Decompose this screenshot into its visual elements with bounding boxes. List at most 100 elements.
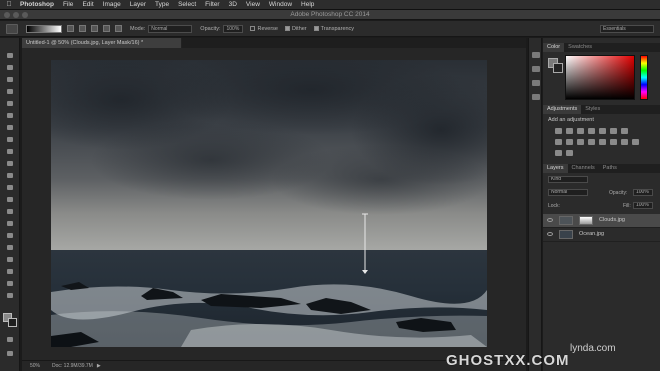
transparency-checkbox[interactable]: Transparency [313,26,354,32]
path-selection-tool-icon[interactable] [5,244,15,251]
document-canvas-image[interactable] [51,60,487,347]
fill-field[interactable]: 100% [633,202,653,209]
clone-stamp-tool-icon[interactable] [5,148,15,155]
diamond-gradient-icon[interactable] [115,25,122,32]
eye-icon[interactable] [547,232,553,236]
posterize-icon[interactable] [610,139,617,145]
more-tools-icon[interactable] [5,292,15,299]
menu-file[interactable]: File [63,1,73,8]
pen-tool-icon[interactable] [5,220,15,227]
dither-checkbox[interactable]: Dither [284,26,307,32]
document-tab[interactable]: Untitled-1 @ 50% (Clouds.jpg, Layer Mask… [22,38,182,48]
layer-mask-icon[interactable] [579,216,593,225]
type-tool-icon[interactable] [5,232,15,239]
menu-photoshop[interactable]: Photoshop [20,1,54,8]
radial-gradient-icon[interactable] [79,25,86,32]
linear-gradient-icon[interactable] [67,25,74,32]
color-balance-icon[interactable] [621,128,628,134]
gradient-map-icon[interactable] [555,150,562,156]
tab-swatches[interactable]: Swatches [564,43,596,52]
mode-select[interactable]: Normal [148,24,193,33]
invert-icon[interactable] [599,139,606,145]
history-brush-tool-icon[interactable] [5,160,15,167]
opacity-field[interactable]: 100% [223,24,244,33]
tab-paths[interactable]: Paths [599,164,621,173]
threshold-icon[interactable] [621,139,628,145]
vibrance-icon[interactable] [599,128,606,134]
layer-row-clouds[interactable]: Clouds.jpg [543,214,660,228]
workspace-select[interactable]: Essentials [600,25,654,33]
menu-window[interactable]: Window [269,1,292,8]
shape-tool-icon[interactable] [5,256,15,263]
tab-layers[interactable]: Layers [543,164,568,173]
panel-background-swatch[interactable] [553,63,563,73]
hand-tool-icon[interactable] [5,268,15,275]
channel-mixer-icon[interactable] [577,139,584,145]
menu-help[interactable]: Help [301,1,314,8]
quick-mask-icon[interactable] [5,336,15,343]
dodge-tool-icon[interactable] [5,208,15,215]
history-panel-icon[interactable] [532,52,540,58]
color-picker-field[interactable] [565,55,635,100]
zoom-level[interactable]: 50% [30,363,52,369]
menu-3d[interactable]: 3D [229,1,237,8]
reverse-label: Reverse [257,25,278,32]
zoom-tool-icon[interactable] [5,280,15,287]
blend-mode-select[interactable]: Normal [548,189,588,196]
eyedropper-tool-icon[interactable] [5,112,15,119]
tab-color[interactable]: Color [543,43,565,52]
menu-select[interactable]: Select [178,1,196,8]
curves-icon[interactable] [577,128,584,134]
lock-label: Lock: [548,203,560,209]
exposure-icon[interactable] [588,128,595,134]
gradient-tool-icon[interactable] [6,23,18,34]
menu-filter[interactable]: Filter [205,1,219,8]
eraser-tool-icon[interactable] [5,172,15,179]
menu-layer[interactable]: Layer [130,1,146,8]
gradient-tool-icon[interactable] [5,184,15,191]
color-lookup-icon[interactable] [588,139,595,145]
healing-brush-tool-icon[interactable] [5,124,15,131]
tab-adjustments[interactable]: Adjustments [543,105,582,114]
reverse-checkbox[interactable]: Reverse [250,25,278,32]
screen-mode-icon[interactable] [5,350,15,357]
quick-select-tool-icon[interactable] [5,88,15,95]
layer-opacity-field[interactable]: 100% [633,189,653,196]
tab-styles[interactable]: Styles [581,105,604,114]
status-menu-icon[interactable]: ▶ [97,363,101,369]
move-tool-icon[interactable] [5,52,15,59]
layer-filter-kind[interactable]: Kind [548,176,588,183]
properties-panel-icon[interactable] [532,66,540,72]
menu-edit[interactable]: Edit [82,1,93,8]
brightness-contrast-icon[interactable] [555,128,562,134]
menu-type[interactable]: Type [155,1,169,8]
crop-tool-icon[interactable] [5,100,15,107]
canvas-area[interactable] [22,48,526,361]
selective-color-icon[interactable] [632,139,639,145]
hue-slider[interactable] [640,55,648,100]
photo-filter-icon[interactable] [566,139,573,145]
tab-channels[interactable]: Channels [568,164,599,173]
gradient-picker[interactable] [26,24,62,33]
reflected-gradient-icon[interactable] [103,25,110,32]
menu-view[interactable]: View [246,1,260,8]
ghostxx-watermark: GHOSTXX.COM [446,352,570,369]
lasso-tool-icon[interactable] [5,76,15,83]
levels-icon[interactable] [566,128,573,134]
marquee-tool-icon[interactable] [5,64,15,71]
app-title: Adobe Photoshop CC 2014 [290,11,370,18]
brush-panel-icon[interactable] [532,80,540,86]
brush-tool-icon[interactable] [5,136,15,143]
layer-row-ocean[interactable]: Ocean.jpg [543,228,660,242]
black-white-icon[interactable] [555,139,562,145]
clouds-ocean-composite [51,60,487,347]
background-color-swatch[interactable] [8,318,17,327]
character-panel-icon[interactable] [532,94,540,100]
apple-icon[interactable]:  [4,1,14,8]
eye-icon[interactable] [547,218,553,222]
blur-tool-icon[interactable] [5,196,15,203]
selective-color-alt-icon[interactable] [566,150,573,156]
angle-gradient-icon[interactable] [91,25,98,32]
hue-saturation-icon[interactable] [610,128,617,134]
menu-image[interactable]: Image [103,1,121,8]
